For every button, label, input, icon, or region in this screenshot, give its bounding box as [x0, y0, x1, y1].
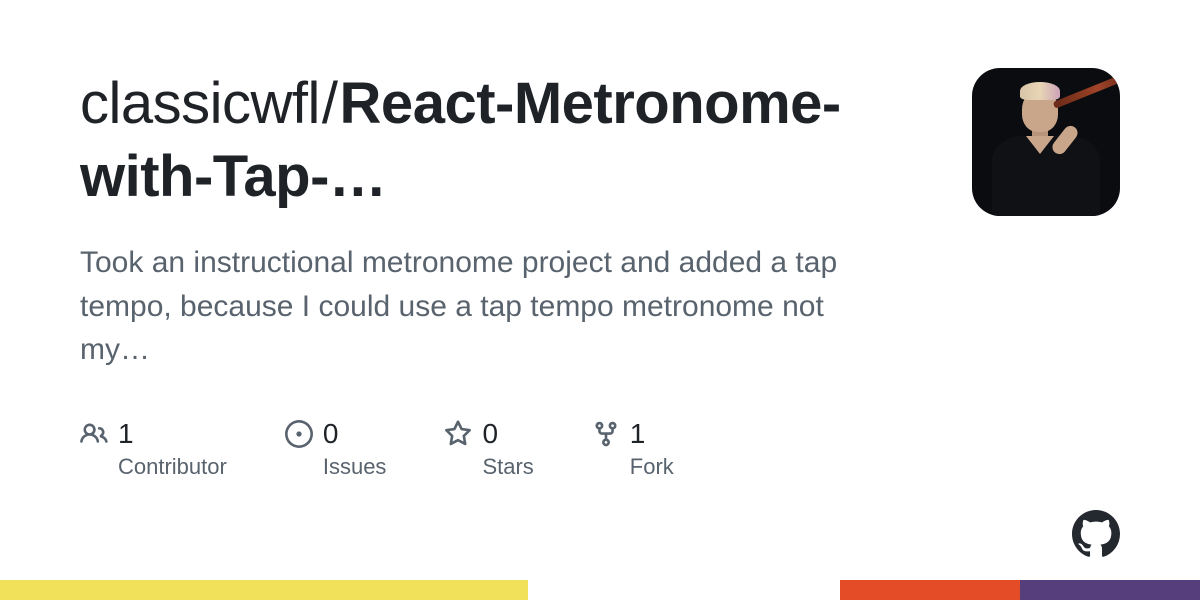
repo-stats: 1 Contributor 0 Issues 0 — [80, 418, 932, 480]
title-slash: / — [322, 71, 338, 136]
issue-icon — [285, 420, 313, 448]
stat-stars-count: 0 — [482, 418, 498, 450]
stat-contributors[interactable]: 1 Contributor — [80, 418, 227, 480]
github-logo-icon[interactable] — [1072, 510, 1120, 558]
stat-stars-label: Stars — [482, 454, 533, 480]
stat-stars[interactable]: 0 Stars — [444, 418, 533, 480]
stat-issues[interactable]: 0 Issues — [285, 418, 387, 480]
stat-issues-label: Issues — [323, 454, 387, 480]
stat-forks-label: Fork — [630, 454, 674, 480]
language-segment — [0, 580, 528, 600]
stat-contributors-count: 1 — [118, 418, 134, 450]
stat-contributors-label: Contributor — [118, 454, 227, 480]
language-segment — [528, 580, 840, 600]
star-icon — [444, 420, 472, 448]
language-segment — [840, 580, 1020, 600]
stat-issues-count: 0 — [323, 418, 339, 450]
stat-forks-count: 1 — [630, 418, 646, 450]
people-icon — [80, 420, 108, 448]
repo-title: classicwfl/React-Metronome-with-Tap-… — [80, 68, 932, 213]
fork-icon — [592, 420, 620, 448]
language-color-bar — [0, 580, 1200, 600]
avatar[interactable] — [972, 68, 1120, 216]
stat-forks[interactable]: 1 Fork — [592, 418, 674, 480]
repo-owner[interactable]: classicwfl — [80, 71, 320, 136]
repo-description: Took an instructional metronome project … — [80, 241, 900, 372]
language-segment — [1020, 580, 1200, 600]
